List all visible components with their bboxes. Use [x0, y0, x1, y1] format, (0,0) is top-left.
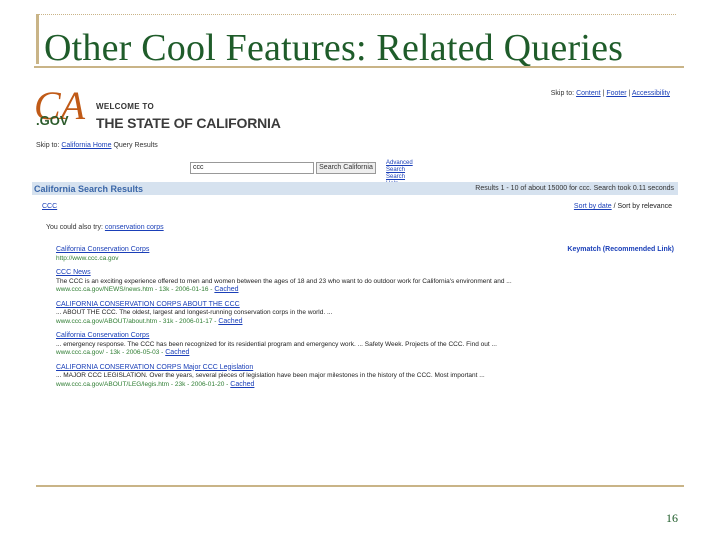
top-rule [36, 14, 676, 16]
list-item: CALIFORNIA CONSERVATION CORPS Major CCC … [56, 364, 576, 390]
gov-logo-text: .GOV [36, 113, 69, 128]
result-snippet: ... ABOUT THE CCC. The oldest, largest a… [56, 309, 333, 316]
sort-by-relevance: Sort by relevance [617, 203, 672, 210]
skip-links: Skip to: Content | Footer | Accessibilit… [550, 90, 670, 97]
result-url: www.ccc.ca.gov/ - 13k - 2006-05-03 - [56, 349, 164, 356]
related-query-link[interactable]: conservation corps [105, 224, 164, 231]
crumb-current: Query Results [113, 142, 158, 149]
result-snippet: The CCC is an exciting experience offere… [56, 277, 512, 285]
cached-link[interactable]: Cached [230, 381, 254, 388]
search-button[interactable]: Search California [316, 162, 376, 174]
results-count: Results 1 - 10 of about 15000 for ccc. S… [475, 185, 674, 192]
related-prefix: You could also try: [46, 224, 103, 231]
cached-link[interactable]: Cached [165, 349, 189, 356]
bottom-rule [36, 485, 684, 487]
query-term-link[interactable]: CCC [42, 203, 57, 210]
cached-link[interactable]: Cached [218, 318, 242, 325]
search-input[interactable]: ccc [190, 162, 314, 174]
result-url: http://www.ccc.ca.gov [56, 254, 119, 262]
sort-by-date-link[interactable]: Sort by date [574, 203, 612, 210]
skip-content-link[interactable]: Content [576, 90, 601, 97]
result-url: www.ccc.ca.gov/ABOUT/about.htm - 31k - 2… [56, 317, 217, 325]
crumb-prefix: Skip to: [36, 142, 60, 149]
list-item: CCC News The CCC is an exciting experien… [56, 269, 576, 295]
result-title-link[interactable]: CCC News [56, 269, 576, 278]
result-snippet: ... emergency response. The CCC has been… [56, 340, 497, 348]
keymatch-label: Keymatch (Recommended Link) [567, 246, 674, 253]
state-name: THE STATE OF CALIFORNIA [96, 115, 281, 131]
crumb-home-link[interactable]: California Home [61, 142, 111, 149]
result-title-link[interactable]: CALIFORNIA CONSERVATION CORPS ABOUT THE … [56, 301, 576, 310]
embedded-screenshot: CA .GOV WELCOME TO THE STATE OF CALIFORN… [30, 84, 682, 464]
skip-prefix: Skip to: [550, 90, 575, 97]
result-title-link[interactable]: CALIFORNIA CONSERVATION CORPS Major CCC … [56, 364, 576, 373]
results-title: California Search Results [34, 184, 144, 194]
slide-title: Other Cool Features: Related Queries [44, 27, 624, 69]
welcome-text: WELCOME TO [96, 102, 154, 111]
list-item: CALIFORNIA CONSERVATION CORPS ABOUT THE … [56, 301, 576, 327]
breadcrumb: Skip to: California Home Query Results [36, 142, 158, 149]
skip-accessibility-link[interactable]: Accessibility [632, 90, 670, 97]
title-accent-bar [36, 14, 39, 64]
title-underline [34, 66, 684, 68]
results-list: California Conservation Corps http://www… [56, 246, 576, 395]
sort-row: CCC Sort by date / Sort by relevance [42, 203, 672, 210]
list-item: California Conservation Corps ... emerge… [56, 332, 576, 358]
result-snippet: ... MAJOR CCC LEGISLATION. Over the year… [56, 372, 485, 379]
result-url: www.ccc.ca.gov/NEWS/news.htm - 13k - 200… [56, 286, 213, 293]
related-query: You could also try: conservation corps [46, 224, 164, 231]
result-title-link[interactable]: California Conservation Corps [56, 246, 576, 255]
sort-options: Sort by date / Sort by relevance [573, 203, 672, 210]
page-number: 16 [666, 511, 678, 525]
result-title-link[interactable]: California Conservation Corps [56, 332, 576, 341]
result-url: www.ccc.ca.gov/ABOUT/LEG/legis.htm - 23k… [56, 380, 229, 388]
skip-footer-link[interactable]: Footer [606, 90, 626, 97]
cached-link[interactable]: Cached [214, 286, 238, 293]
advanced-search-link[interactable]: Advanced Search [386, 160, 413, 174]
list-item: California Conservation Corps http://www… [56, 246, 576, 263]
